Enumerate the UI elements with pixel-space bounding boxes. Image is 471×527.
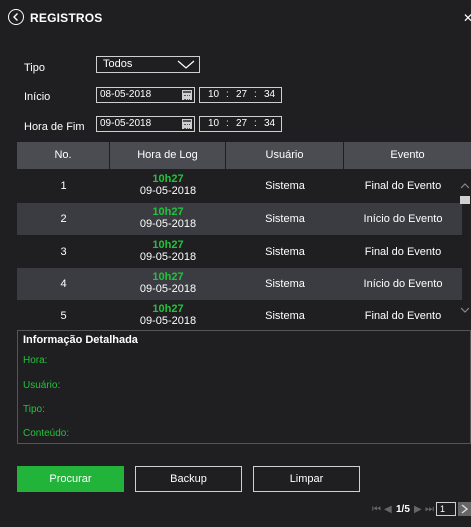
log-time-cell: 10h27 09-05-2018 xyxy=(110,239,226,263)
start-time-minute[interactable]: 27 xyxy=(236,89,247,100)
table-row[interactable]: 4 10h27 09-05-2018 Sistema Início do Eve… xyxy=(17,268,462,300)
event-cell: Final do Evento xyxy=(364,246,442,258)
log-time-cell: 10h27 09-05-2018 xyxy=(110,173,226,197)
time-separator: : xyxy=(254,118,257,129)
column-header-event: Evento xyxy=(390,149,425,161)
start-time-field[interactable]: 10 : 27 : 34 xyxy=(199,87,282,103)
calendar-icon[interactable] xyxy=(182,119,192,129)
time-separator: : xyxy=(226,118,229,129)
log-time: 10h27 xyxy=(152,271,184,283)
chevron-left-icon xyxy=(13,13,18,21)
log-time: 10h27 xyxy=(152,239,184,251)
backup-button[interactable]: Backup xyxy=(135,466,242,492)
log-date: 09-05-2018 xyxy=(139,185,197,197)
detail-title: Informação Detalhada xyxy=(23,334,138,346)
table-row[interactable]: 1 10h27 09-05-2018 Sistema Final do Even… xyxy=(17,170,462,202)
scroll-down-icon[interactable] xyxy=(460,306,470,314)
column-header-user: Usuário xyxy=(226,142,344,169)
start-time-second[interactable]: 34 xyxy=(264,89,275,100)
log-date: 09-05-2018 xyxy=(139,218,197,230)
row-number: 1 xyxy=(60,180,67,192)
user-cell: Sistema xyxy=(265,278,305,290)
end-label: Hora de Fim xyxy=(24,121,85,133)
column-header-no: No. xyxy=(17,142,110,169)
prev-page-icon[interactable]: ◀ xyxy=(384,504,392,515)
end-time-field[interactable]: 10 : 27 : 34 xyxy=(199,116,282,132)
end-time-hour[interactable]: 10 xyxy=(208,118,219,129)
event-cell: Início do Evento xyxy=(363,213,443,225)
detail-conteudo-label: Conteúdo: xyxy=(23,428,70,439)
start-label: Início xyxy=(24,91,51,103)
type-select-value: Todos xyxy=(103,58,133,70)
end-time-minute[interactable]: 27 xyxy=(236,118,247,129)
page-title: REGISTROS xyxy=(30,11,103,25)
start-date-value: 08-05-2018 xyxy=(100,89,152,100)
row-number: 3 xyxy=(60,246,67,258)
detail-tipo-label: Tipo: xyxy=(23,404,45,415)
log-date: 09-05-2018 xyxy=(139,315,197,327)
log-time: 10h27 xyxy=(152,206,184,218)
user-cell: Sistema xyxy=(265,310,305,322)
detail-usuario-label: Usuário: xyxy=(23,380,61,391)
page-indicator: 1/5 xyxy=(396,504,410,515)
detail-panel xyxy=(17,330,471,444)
log-date: 09-05-2018 xyxy=(139,251,197,263)
next-page-icon[interactable]: ▶ xyxy=(414,504,422,515)
back-button[interactable] xyxy=(8,9,24,25)
log-time-cell: 10h27 09-05-2018 xyxy=(110,206,226,230)
table-scrollbar[interactable] xyxy=(459,170,471,322)
go-page-button[interactable] xyxy=(458,502,471,516)
event-cell: Início do Evento xyxy=(363,278,443,290)
time-separator: : xyxy=(254,89,257,100)
event-cell: Final do Evento xyxy=(364,180,442,192)
row-number: 5 xyxy=(60,310,67,322)
scrollbar-thumb[interactable] xyxy=(460,196,470,204)
end-date-value: 09-05-2018 xyxy=(100,118,152,129)
arrow-right-icon xyxy=(461,504,469,514)
start-time-hour[interactable]: 10 xyxy=(208,89,219,100)
table-row[interactable]: 5 10h27 09-05-2018 Sistema Final do Even… xyxy=(17,300,462,332)
time-separator: : xyxy=(226,89,229,100)
scroll-up-icon[interactable] xyxy=(460,182,470,190)
log-time: 10h27 xyxy=(152,303,184,315)
close-icon[interactable]: ✕ xyxy=(463,11,471,25)
log-time: 10h27 xyxy=(152,173,184,185)
event-cell: Final do Evento xyxy=(364,310,442,322)
first-page-icon[interactable]: ⏮ xyxy=(372,504,381,515)
row-number: 2 xyxy=(60,213,67,225)
user-cell: Sistema xyxy=(265,246,305,258)
user-cell: Sistema xyxy=(265,213,305,225)
search-button[interactable]: Procurar xyxy=(17,466,124,492)
type-label: Tipo xyxy=(24,62,45,74)
table-row[interactable]: 2 10h27 09-05-2018 Sistema Início do Eve… xyxy=(17,203,462,235)
calendar-icon[interactable] xyxy=(182,90,192,100)
end-time-second[interactable]: 34 xyxy=(264,118,275,129)
column-header-log-time: Hora de Log xyxy=(110,142,226,169)
chevron-down-icon xyxy=(177,60,195,69)
last-page-icon[interactable]: ⏭ xyxy=(425,504,434,515)
user-cell: Sistema xyxy=(265,180,305,192)
detail-hora-label: Hora: xyxy=(23,355,48,366)
page-input[interactable]: 1 xyxy=(436,502,456,516)
clear-button[interactable]: Limpar xyxy=(253,466,360,492)
row-number: 4 xyxy=(60,278,67,290)
log-time-cell: 10h27 09-05-2018 xyxy=(110,271,226,295)
type-select[interactable]: Todos xyxy=(96,56,200,73)
end-date-field[interactable]: 09-05-2018 xyxy=(96,116,195,132)
table-row[interactable]: 3 10h27 09-05-2018 Sistema Final do Even… xyxy=(17,236,462,268)
log-date: 09-05-2018 xyxy=(139,283,197,295)
log-time-cell: 10h27 09-05-2018 xyxy=(110,303,226,327)
table-header: No. Hora de Log Usuário Evento xyxy=(17,142,471,169)
start-date-field[interactable]: 08-05-2018 xyxy=(96,87,195,103)
